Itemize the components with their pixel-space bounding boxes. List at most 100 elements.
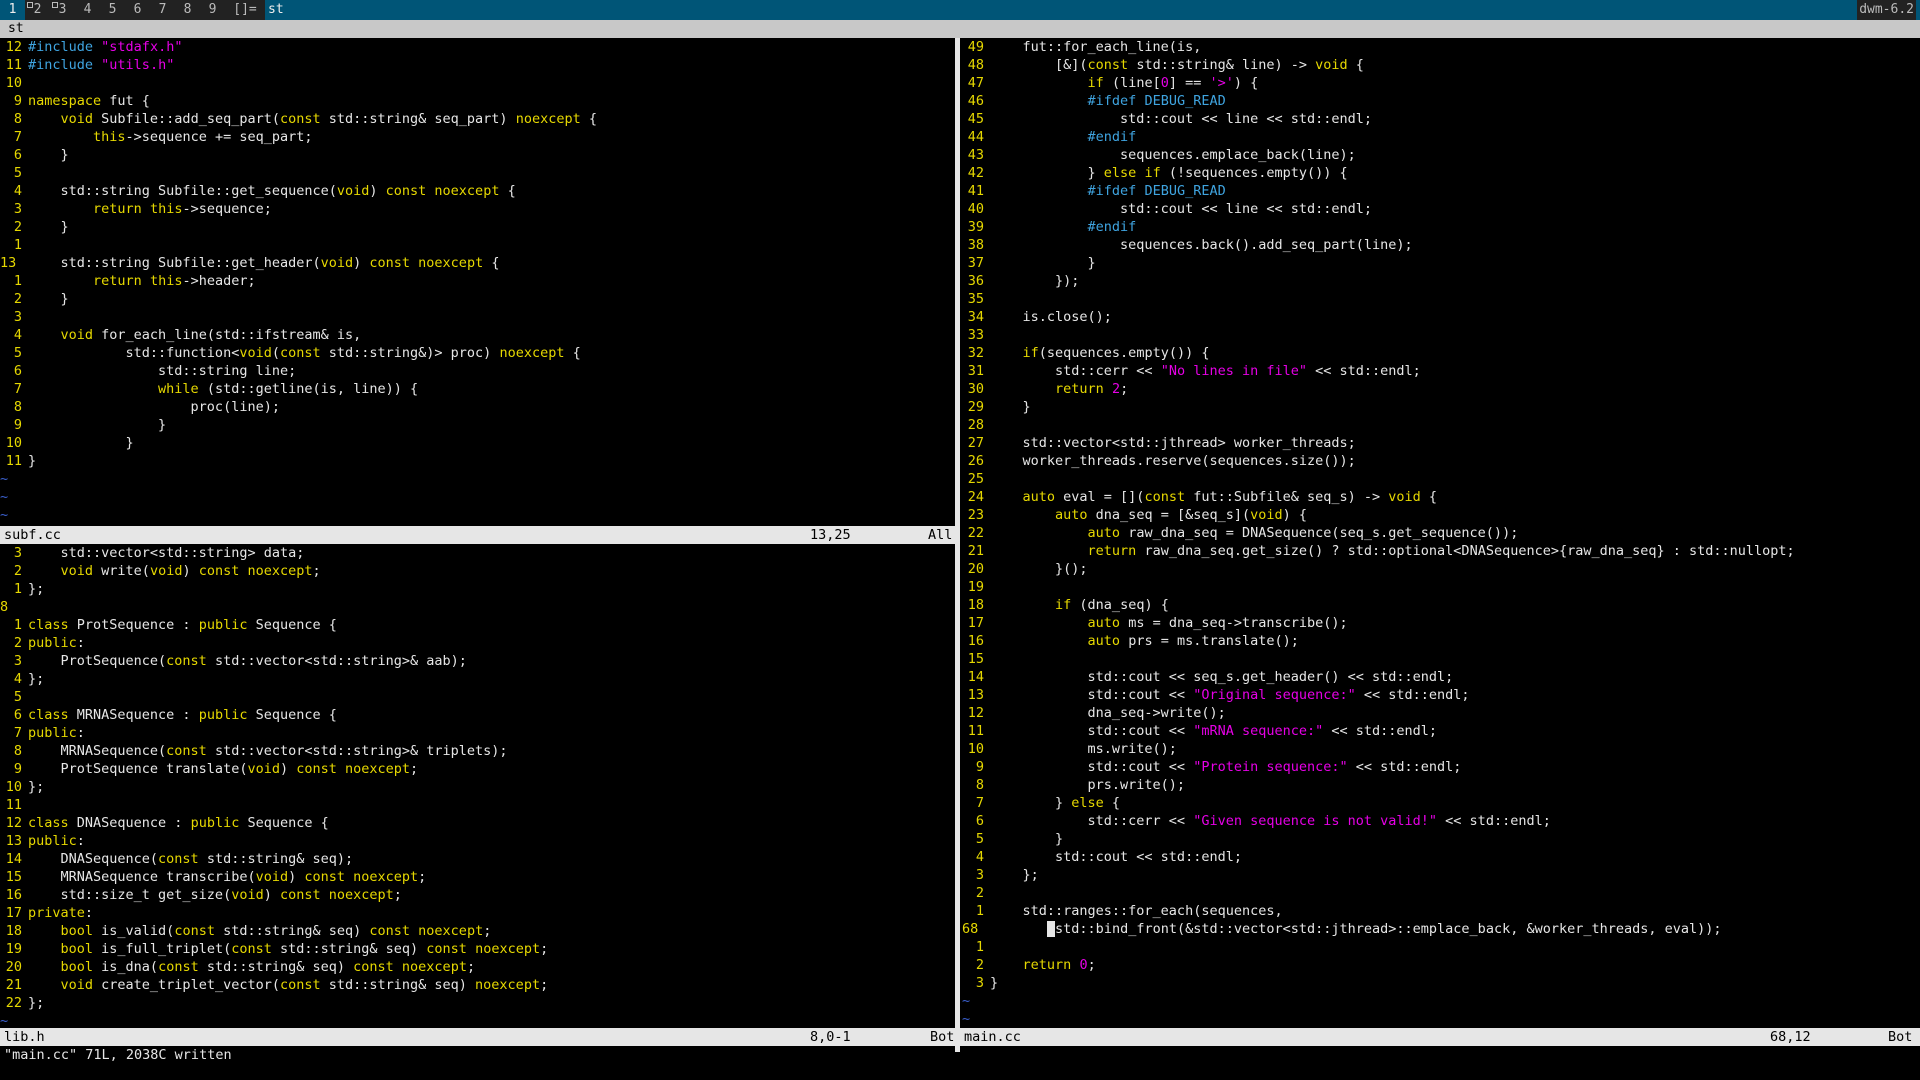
editor-pane-lib[interactable]: 3 std::vector<std::string> data; 2 void w… — [0, 544, 955, 1030]
line-number: 1 — [13, 617, 22, 633]
code-line: 3 }; — [962, 866, 1920, 884]
code-text: sequences.back().add_seq_part(line); — [990, 237, 1413, 253]
code-line: 33 — [962, 326, 1920, 344]
code-text: std::cerr << "No lines in file" << std::… — [990, 363, 1421, 379]
line-number: 2 — [975, 957, 984, 973]
tag-list: 123456789 — [0, 0, 225, 20]
code-text: std::cout << std::endl; — [990, 849, 1242, 865]
code-line: 22}; — [0, 994, 955, 1012]
code-line: 1 std::ranges::for_each(sequences, — [962, 902, 1920, 920]
line-number: 6 — [13, 363, 22, 379]
line-number: 23 — [967, 507, 984, 523]
line-number: ~ — [962, 993, 971, 1009]
code-line: 26 worker_threads.reserve(sequences.size… — [962, 452, 1920, 470]
code-line: 1 return this->header; — [0, 272, 955, 290]
code-line: ~ — [0, 470, 955, 488]
code-text: return raw_dna_seq.get_size() ? std::opt… — [1087, 543, 1795, 559]
code-text: auto raw_dna_seq = DNASequence(seq_s.get… — [1087, 525, 1519, 541]
line-number: 39 — [967, 219, 984, 235]
code-line: 47 if (line[0] == '>') { — [962, 74, 1920, 92]
vim-command-line[interactable]: "main.cc" 71L, 2038C written — [4, 1046, 232, 1064]
code-text: }; — [28, 995, 45, 1011]
code-text: #endif — [1087, 219, 1137, 235]
line-number: 7 — [13, 725, 22, 741]
code-text: } else { — [990, 795, 1121, 811]
tag-8[interactable]: 8 — [175, 0, 200, 20]
line-number: 10 — [967, 741, 984, 757]
code-line: 2 } — [0, 218, 955, 236]
editor-pane-subf[interactable]: 12 #include "stdafx.h" 11 #include "utils.h… — [0, 38, 955, 524]
line-number: 6 — [13, 707, 22, 723]
code-line: ~ — [962, 992, 1920, 1010]
code-line: 45 std::cout << line << std::endl; — [962, 110, 1920, 128]
code-line: 7 this->sequence += seq_part; — [0, 128, 955, 146]
statusline-position: 13,25 — [810, 527, 851, 543]
tag-1[interactable]: 1 — [0, 0, 25, 20]
code-line: 1}; — [0, 580, 955, 598]
code-text: }); — [990, 273, 1080, 289]
code-text: bool is_dna(const std::string& seq) cons… — [60, 959, 476, 975]
tag-6[interactable]: 6 — [125, 0, 150, 20]
code-text: is.close(); — [990, 309, 1112, 325]
code-text: void create_triplet_vector(const std::st… — [60, 977, 549, 993]
line-number: 8 — [13, 743, 22, 759]
code-line: 9 std::cout << "Protein sequence:" << st… — [962, 758, 1920, 776]
line-number: 35 — [967, 291, 984, 307]
dwm-bar: 123456789 []= st dwm-6.2 — [0, 0, 1920, 20]
line-number: 1 — [975, 939, 984, 955]
line-number: 12 — [5, 39, 22, 55]
code-line: 4 std::string Subfile::get_sequence(void… — [0, 182, 955, 200]
code-text: bool is_full_triplet(const std::string& … — [60, 941, 549, 957]
code-text: #ifdef DEBUG_READ — [1087, 93, 1226, 109]
code-text: std::size_t get_size(void) const noexcep… — [28, 887, 402, 903]
line-number: 5 — [13, 689, 22, 705]
code-text: std::string line; — [28, 363, 297, 379]
code-line: 28 — [962, 416, 1920, 434]
tag-4[interactable]: 4 — [75, 0, 100, 20]
line-number: 34 — [967, 309, 984, 325]
code-line: 6 } — [0, 146, 955, 164]
line-number: 8 — [0, 599, 9, 615]
tag-9[interactable]: 9 — [200, 0, 225, 20]
code-text: auto prs = ms.translate(); — [1087, 633, 1299, 649]
line-number: 37 — [967, 255, 984, 271]
statusline-lib: lib.h 8,0-1 Bot — [0, 1028, 955, 1046]
code-line: 48 [&](const std::string& line) -> void … — [962, 56, 1920, 74]
line-number: 1 — [13, 273, 22, 289]
code-line: 8 prs.write(); — [962, 776, 1920, 794]
code-text: #ifdef DEBUG_READ — [1087, 183, 1226, 199]
line-number: 22 — [5, 995, 22, 1011]
line-number: 40 — [967, 201, 984, 217]
line-number: 10 — [5, 779, 22, 795]
code-text: } — [28, 219, 69, 235]
code-line: 15 — [962, 650, 1920, 668]
line-number: 3 — [13, 309, 22, 325]
code-line: 18 bool is_valid(const std::string& seq)… — [0, 922, 955, 940]
line-number: 6 — [975, 813, 984, 829]
vertical-split-separator[interactable] — [955, 38, 960, 1052]
code-line: 49 fut::for_each_line(is, — [962, 38, 1920, 56]
code-text: sequences.emplace_back(line); — [990, 147, 1356, 163]
code-line: 14 std::cout << seq_s.get_header() << st… — [962, 668, 1920, 686]
line-number: 11 — [5, 797, 22, 813]
code-line: 11} — [0, 452, 955, 470]
tag-5[interactable]: 5 — [100, 0, 125, 20]
code-text: } — [28, 417, 167, 433]
editor-pane-main[interactable]: 49 fut::for_each_line(is, 48 [&](const st… — [962, 38, 1920, 1028]
code-line: 11 — [0, 796, 955, 814]
code-line: 12 dna_seq->write(); — [962, 704, 1920, 722]
layout-indicator[interactable]: []= — [225, 0, 265, 20]
tag-7[interactable]: 7 — [150, 0, 175, 20]
code-text: #endif — [1087, 129, 1137, 145]
line-number: 16 — [967, 633, 984, 649]
tag-2[interactable]: 2 — [25, 0, 50, 20]
code-text: std::function<void(const std::string&)> … — [28, 345, 581, 361]
code-text: return this->header; — [93, 273, 256, 289]
line-number: 3 — [13, 653, 22, 669]
code-line: 16 auto prs = ms.translate(); — [962, 632, 1920, 650]
line-number: 22 — [967, 525, 984, 541]
line-number: 7 — [13, 129, 22, 145]
line-number: 5 — [13, 165, 22, 181]
line-number: ~ — [0, 507, 9, 523]
tag-3[interactable]: 3 — [50, 0, 75, 20]
